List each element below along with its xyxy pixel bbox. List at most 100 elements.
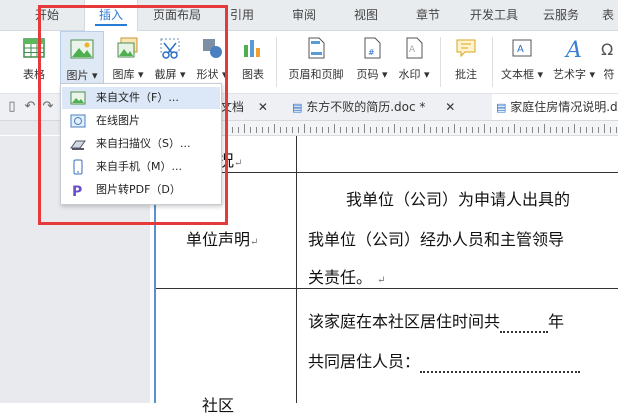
ruler-tick — [520, 127, 521, 133]
community-label: 社区 — [202, 396, 235, 415]
ruler-tick — [460, 127, 461, 133]
ruler-tick — [244, 124, 245, 133]
svg-text:#: # — [368, 48, 375, 57]
ruler-tick — [376, 127, 377, 133]
ruler-tick — [574, 124, 575, 133]
ruler-tick — [418, 127, 419, 133]
ruler-tick — [268, 127, 269, 133]
ruler-tick — [322, 127, 323, 133]
close-icon[interactable]: ✕ — [445, 100, 455, 114]
textbox-icon: A — [512, 39, 532, 57]
tab-references[interactable]: 引用 — [222, 0, 262, 30]
page-icon[interactable]: ▯ — [4, 99, 20, 115]
comment-button[interactable]: 批注 — [446, 31, 486, 93]
ruler-tick — [550, 127, 551, 133]
unit-statement-line: 我单位（公司）经办人员和主管领导 — [308, 230, 565, 249]
symbol-label: 符 — [603, 68, 615, 81]
ruler-tick — [340, 127, 341, 133]
ruler-tick — [472, 127, 473, 133]
ruler-tick — [304, 124, 305, 133]
tab-table[interactable]: 表 — [598, 0, 618, 30]
ruler-tick — [598, 127, 599, 133]
ruler-tick — [592, 127, 593, 133]
ruler-tick — [526, 127, 527, 133]
doc-tab-3[interactable]: ▤ 家庭住房情况说明.d — [492, 94, 618, 120]
svg-text:A: A — [564, 38, 582, 61]
watermark-icon: A — [406, 37, 423, 59]
ruler-tick — [508, 127, 509, 133]
wordart-icon: A — [564, 38, 582, 61]
watermark-label: 水印 ▾ — [398, 68, 430, 81]
doc-tab-1[interactable]: 文档 ✕ — [220, 94, 284, 120]
ruler-tick — [232, 127, 233, 133]
ruler-tick — [586, 127, 587, 133]
header-footer-label: 页眉和页脚 — [288, 68, 344, 81]
ruler-tick — [274, 124, 275, 133]
ruler-tick — [604, 124, 605, 133]
header-footer-icon — [308, 37, 325, 59]
textbox-label: 文本框 ▾ — [500, 68, 544, 81]
ruler-tick — [442, 127, 443, 133]
close-icon[interactable]: ✕ — [258, 100, 268, 114]
ruler-tick — [400, 127, 401, 133]
symbol-button[interactable]: Ω 符 — [600, 31, 618, 93]
tab-review[interactable]: 审阅 — [282, 0, 326, 30]
undo-icon[interactable]: ↶ — [22, 99, 38, 115]
tab-cloud[interactable]: 云服务 — [536, 0, 586, 30]
ruler-tick — [412, 127, 413, 133]
ruler-tick — [454, 124, 455, 133]
ruler-tick — [568, 127, 569, 133]
ruler-tick — [298, 127, 299, 133]
ruler-tick — [364, 124, 365, 133]
doc-tab-2[interactable]: ▤ 东方不败的简历.doc * ✕ — [292, 94, 482, 120]
tab-view[interactable]: 视图 — [344, 0, 388, 30]
table-border — [296, 136, 297, 403]
ribbon-divider — [276, 37, 277, 87]
ruler-tick — [538, 127, 539, 133]
community-line: 该家庭在本社区居住时间共 年 — [308, 312, 565, 333]
watermark-button[interactable]: A 水印 ▾ — [394, 31, 434, 93]
doc-tab-2-title: 东方不败的简历.doc * — [306, 100, 426, 114]
svg-text:A: A — [517, 44, 524, 55]
ruler-tick — [556, 127, 557, 133]
ruler-tick — [478, 127, 479, 133]
ruler-tick — [358, 127, 359, 133]
textbox-button[interactable]: A 文本框 ▾ — [496, 31, 548, 93]
tab-developer[interactable]: 开发工具 — [464, 0, 524, 30]
ruler-tick — [406, 127, 407, 133]
page-number-label: 页码 ▾ — [356, 68, 388, 81]
wordart-button[interactable]: A 艺术字 ▾ — [552, 31, 596, 93]
ruler-tick — [424, 124, 425, 133]
highlight-annotation-box — [38, 5, 228, 225]
chart-label: 图表 — [242, 68, 264, 81]
chart-button[interactable]: 图表 — [236, 31, 270, 93]
ruler-tick — [502, 127, 503, 133]
ruler-tick — [388, 127, 389, 133]
word-doc-icon: ▤ — [496, 101, 507, 114]
ruler-tick — [334, 124, 335, 133]
page-number-icon: # — [364, 37, 381, 59]
header-footer-button[interactable]: 页眉和页脚 — [282, 31, 350, 93]
ruler-tick — [544, 124, 545, 133]
ruler-tick — [394, 124, 395, 133]
ruler-tick — [466, 127, 467, 133]
ruler-tick — [616, 127, 617, 133]
tab-section[interactable]: 章节 — [406, 0, 450, 30]
ruler-tick — [292, 127, 293, 133]
page-number-button[interactable]: # 页码 ▾ — [352, 31, 392, 93]
table-border — [156, 288, 618, 289]
ruler-tick — [430, 127, 431, 133]
ruler-tick — [238, 127, 239, 133]
ruler-tick — [370, 127, 371, 133]
ruler-tick — [496, 127, 497, 133]
ruler-tick — [532, 127, 533, 133]
community-line: 共同居住人员： — [308, 348, 581, 373]
comment-icon — [456, 39, 476, 58]
ruler-tick — [382, 127, 383, 133]
ruler-tick — [280, 127, 281, 133]
ruler-tick — [514, 124, 515, 133]
ribbon-divider — [492, 37, 493, 87]
ruler-tick — [448, 127, 449, 133]
unit-statement-label: 单位声明↵ — [186, 230, 259, 249]
ruler-tick — [286, 127, 287, 133]
